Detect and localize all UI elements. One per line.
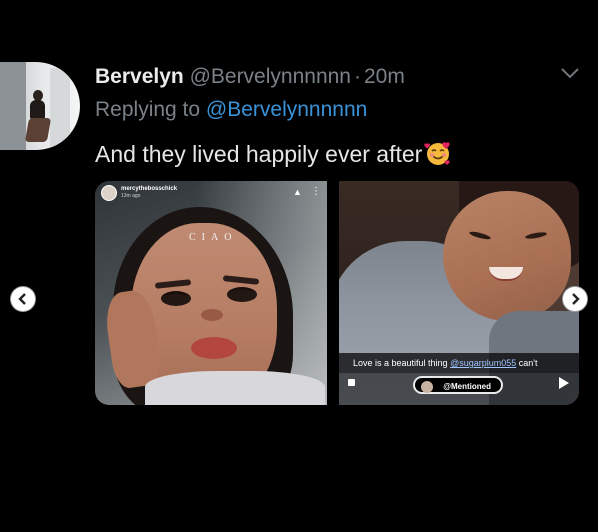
media-photo-right[interactable]: Love is a beautiful thing @sugarplum055 … <box>339 181 579 405</box>
send-icon <box>559 377 569 389</box>
story-avatar <box>101 185 117 201</box>
story-sticker-text: CIAO <box>189 232 238 243</box>
mentioned-label: @Mentioned <box>443 382 491 391</box>
more-options-chevron-icon[interactable] <box>560 66 580 80</box>
story-caption: Love is a beautiful thing @sugarplum055 … <box>339 353 579 373</box>
replying-handle-link[interactable]: @Bervelynnnnnn <box>206 98 367 121</box>
photo-woman-face <box>443 191 571 321</box>
tweet-header: Bervelyn @Bervelynnnnnn · 20m <box>95 63 405 91</box>
smiling-face-with-hearts-icon <box>424 139 452 167</box>
timestamp[interactable]: 20m <box>364 65 405 88</box>
caption-tag-link: @sugarplum055 <box>450 358 517 368</box>
story-time: 13m ago <box>121 193 141 199</box>
avatar-wall <box>0 62 26 150</box>
previous-image-button[interactable] <box>11 287 35 311</box>
next-image-button[interactable] <box>563 287 587 311</box>
story-footer: @Mentioned <box>339 373 579 405</box>
caption-rest: can't <box>516 358 538 368</box>
story-header: mercythebosschick 13m ago ▲ ⋮ <box>101 185 321 205</box>
chevron-right-icon <box>572 293 580 305</box>
user-handle[interactable]: @Bervelynnnnnn <box>190 65 351 88</box>
tweet-media[interactable]: mercythebosschick 13m ago ▲ ⋮ CIAO Love … <box>95 181 579 405</box>
chevron-left-icon <box>18 293 26 305</box>
tweet: Bervelyn @Bervelynnnnnn · 20m Replying to … <box>0 0 598 532</box>
avatar-door <box>50 68 70 148</box>
caption-text: Love is a beautiful thing <box>353 358 451 368</box>
photo-eye-right <box>227 287 257 302</box>
replying-prefix: Replying to <box>95 98 206 121</box>
photo-nose <box>201 309 223 321</box>
mentioned-pill: @Mentioned <box>413 376 503 394</box>
photo-lips <box>191 337 237 359</box>
avatar-figure-legs <box>24 118 52 142</box>
mention-avatar <box>421 381 433 393</box>
photo-eye-left <box>161 291 191 306</box>
media-photo-left[interactable]: mercythebosschick 13m ago ▲ ⋮ CIAO <box>95 181 327 405</box>
tweet-body: And they lived happily ever after <box>95 141 423 167</box>
photo-shirt <box>145 371 325 405</box>
separator-dot: · <box>353 65 361 88</box>
replying-to: Replying to @Bervelynnnnnn <box>95 96 367 124</box>
avatar-figure-body <box>30 100 45 120</box>
display-name[interactable]: Bervelyn <box>95 65 184 88</box>
story-username: mercythebosschick <box>121 186 178 192</box>
tweet-text: And they lived happily ever after <box>95 139 452 169</box>
square-icon <box>348 379 355 386</box>
profile-avatar[interactable] <box>0 62 80 150</box>
bell-icon: ▲ <box>293 187 302 197</box>
more-vertical-icon: ⋮ <box>311 186 321 197</box>
